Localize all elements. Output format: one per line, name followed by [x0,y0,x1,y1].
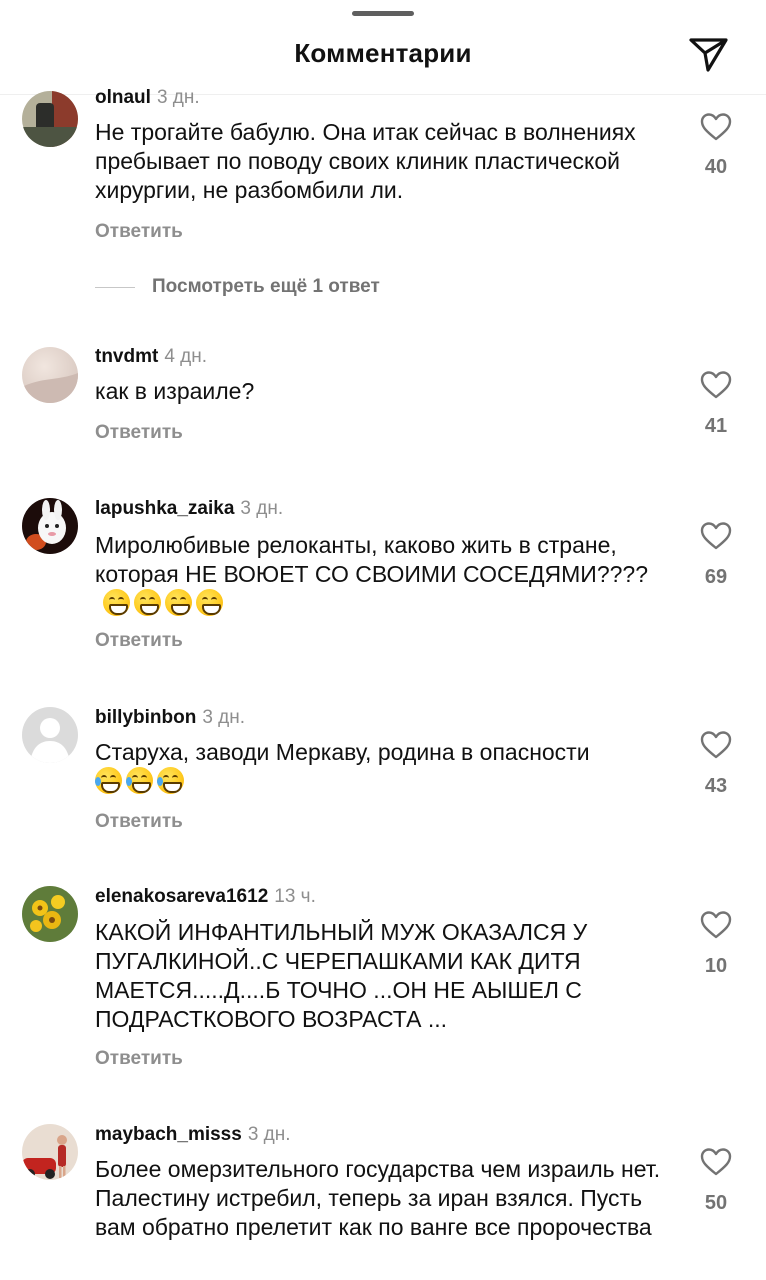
comment-time: 4 дн. [164,346,208,367]
heart-icon[interactable] [700,910,732,940]
reply-button[interactable]: Ответить [95,811,183,833]
page-title: Комментарии [294,38,472,68]
avatar[interactable] [22,1124,78,1180]
like-count: 40 [704,156,728,178]
paper-plane-icon[interactable] [686,34,730,74]
heart-icon[interactable] [700,521,732,551]
emoji-grinning [99,589,223,616]
username[interactable]: tnvdmt [95,346,158,367]
like-count: 50 [704,1192,728,1214]
username[interactable]: elenakosareva1612 [95,886,268,907]
comment-text-body: Миролюбивые релоканты, каково жить в стр… [95,532,648,587]
comment-text: КАКОЙ ИНФАНТИЛЬНЫЙ МУЖ ОКАЗАЛСЯ У ПУГАЛК… [95,919,588,1032]
sheet-grabber[interactable] [352,11,414,16]
comment-text: Старуха, заводи Меркаву, родина в опасно… [95,738,675,796]
like-count: 41 [704,415,728,437]
heart-icon[interactable] [700,1147,732,1177]
reply-button[interactable]: Ответить [95,422,183,444]
comment-time: 13 ч. [274,886,316,907]
reply-button[interactable]: Ответить [95,221,183,243]
comment-text: Более омерзительного государства чем изр… [95,1156,661,1240]
comment-time: 3 дн. [247,1124,291,1145]
username[interactable]: lapushka_zaika [95,498,234,519]
comment-time: 3 дн. [156,87,200,108]
comment-text: как в израиле? [95,378,255,404]
comment-text-body: Старуха, заводи Меркаву, родина в опасно… [95,739,590,765]
reply-button[interactable]: Ответить [95,1048,183,1070]
heart-icon[interactable] [700,730,732,760]
username[interactable]: billybinbon [95,707,196,728]
username[interactable]: olnaul [95,87,151,108]
avatar[interactable] [22,886,78,942]
avatar[interactable] [22,347,78,403]
view-more-replies-label: Посмотреть ещё 1 ответ [152,276,380,297]
replies-divider [95,287,135,288]
avatar[interactable] [22,91,78,147]
like-count: 10 [704,955,728,977]
default-avatar-icon[interactable] [22,707,78,763]
like-count: 43 [704,775,728,797]
comments-sheet: Комментарии olnaul 3 дн. Не трогайте бабу… [0,0,766,1280]
comment-time: 3 дн. [202,707,246,728]
like-count: 69 [704,566,728,588]
reply-button[interactable]: Ответить [95,630,183,652]
comment-text: Миролюбивые релоканты, каково жить в стр… [95,531,675,618]
username[interactable]: maybach_misss [95,1124,242,1145]
comment-text: Не трогайте бабулю. Она итак сейчас в во… [95,119,636,203]
heart-icon[interactable] [700,370,732,400]
emoji-laughing [95,767,184,794]
comment-time: 3 дн. [240,498,284,519]
heart-icon[interactable] [700,112,732,142]
avatar[interactable] [22,498,78,554]
